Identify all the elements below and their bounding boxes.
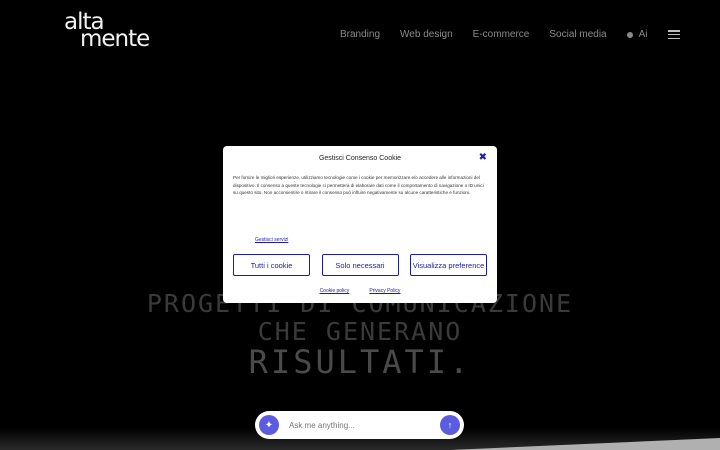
privacy-policy-link[interactable]: Privacy Policy xyxy=(369,288,400,294)
cookie-button-row: Tutti i cookie Solo necessari Visualizza… xyxy=(233,254,487,276)
view-preferences-button[interactable]: Visualizza preference xyxy=(410,254,487,276)
cookie-dialog-text: Per fornire le migliori esperienze, util… xyxy=(233,175,484,196)
manage-services-link[interactable]: Gestisci servizi xyxy=(255,237,288,243)
cookie-consent-dialog: Gestisci Consenso Cookie ✖ Per fornire l… xyxy=(223,146,497,303)
necessary-only-button[interactable]: Solo necessari xyxy=(321,254,399,276)
cookie-policy-links: Cookie policy Privacy Policy xyxy=(223,288,497,294)
close-icon[interactable]: ✖ xyxy=(479,153,487,163)
page: alta mente Branding Web design E-commerc… xyxy=(0,0,720,450)
accept-all-cookies-button[interactable]: Tutti i cookie xyxy=(233,254,310,276)
cookie-dialog-title: Gestisci Consenso Cookie xyxy=(318,155,402,162)
cookie-policy-link[interactable]: Cookie policy xyxy=(320,288,350,294)
